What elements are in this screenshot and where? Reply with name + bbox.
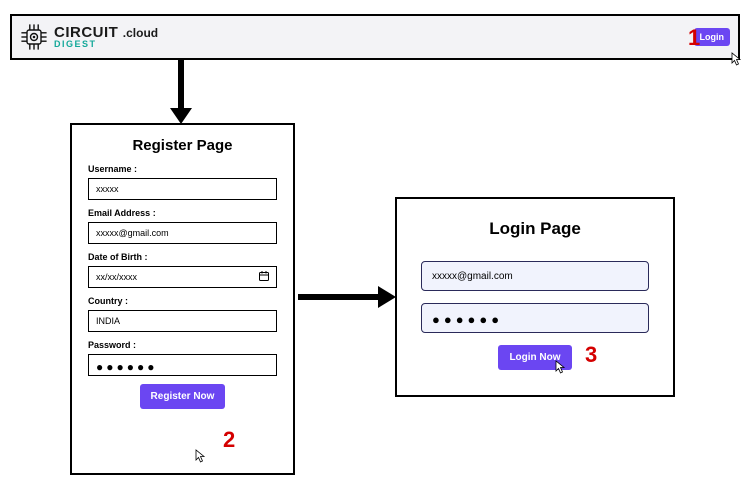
cursor-icon	[731, 52, 743, 66]
dob-field[interactable]: xx/xx/xxxx	[88, 266, 277, 288]
email-field[interactable]	[88, 222, 277, 244]
header-bar: CIRCUIT .cloud DIGEST Login	[10, 14, 740, 60]
login-card: Login Page ●●●●●● Login Now	[395, 197, 675, 397]
arrow-to-login	[298, 293, 395, 301]
cursor-icon	[195, 449, 207, 463]
annotation-3: 3	[585, 342, 597, 368]
chip-icon	[20, 23, 48, 51]
annotation-1: 1	[688, 25, 700, 51]
register-card: Register Page Username : Email Address :…	[70, 123, 295, 475]
cursor-icon	[555, 360, 567, 374]
register-now-button[interactable]: Register Now	[140, 384, 226, 409]
password-label: Password :	[88, 340, 277, 350]
country-field[interactable]	[88, 310, 277, 332]
login-title: Login Page	[421, 219, 649, 239]
login-password-value: ●●●●●●	[432, 312, 503, 327]
username-label: Username :	[88, 164, 277, 174]
country-label: Country :	[88, 296, 277, 306]
dob-label: Date of Birth :	[88, 252, 277, 262]
register-title: Register Page	[88, 137, 277, 154]
password-value: ●●●●●●	[96, 360, 158, 374]
email-label: Email Address :	[88, 208, 277, 218]
logo: CIRCUIT .cloud DIGEST	[20, 23, 158, 51]
brand-suffix: .cloud	[123, 26, 158, 40]
dob-value: xx/xx/xxxx	[96, 272, 137, 282]
login-password-field[interactable]: ●●●●●●	[421, 303, 649, 333]
login-email-field[interactable]	[421, 261, 649, 291]
brand-text: CIRCUIT .cloud DIGEST	[54, 26, 158, 48]
password-field[interactable]: ●●●●●●	[88, 354, 277, 376]
calendar-icon	[259, 271, 269, 283]
annotation-2: 2	[223, 427, 235, 453]
brand-subtitle: DIGEST	[54, 40, 158, 48]
arrow-to-register	[177, 60, 185, 123]
username-field[interactable]	[88, 178, 277, 200]
